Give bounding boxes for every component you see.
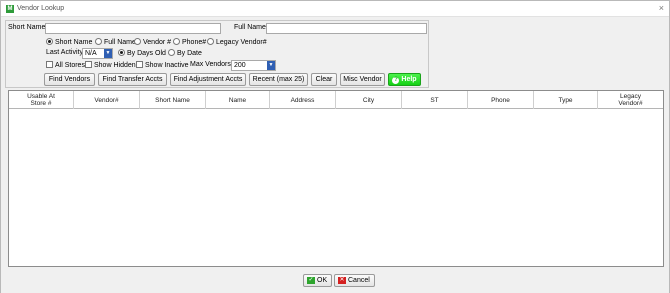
- radio-indicator: [95, 38, 102, 45]
- column-header-type[interactable]: Type: [534, 91, 598, 109]
- x-icon: ✕: [338, 277, 346, 284]
- title-bar: M Vendor Lookup ×: [1, 1, 669, 17]
- radio-label: By Date: [177, 50, 202, 57]
- column-header-label: Vendor#: [94, 96, 119, 104]
- radio-by-date[interactable]: By Date: [168, 49, 202, 57]
- help-button[interactable]: ? Help: [388, 73, 421, 86]
- radio-short-name[interactable]: Short Name: [46, 38, 92, 46]
- full-name-label: Full Name: [234, 24, 266, 31]
- radio-indicator: [168, 49, 175, 56]
- radio-by-days-old[interactable]: By Days Old: [118, 49, 166, 57]
- radio-indicator: [134, 38, 141, 45]
- checkbox-indicator: [136, 61, 143, 68]
- radio-full-name[interactable]: Full Name: [95, 38, 136, 46]
- max-vendors-value: 200: [234, 62, 246, 69]
- find-transfer-accts-button[interactable]: Find Transfer Accts: [98, 73, 167, 86]
- checkbox-label: Show Inactive: [145, 62, 189, 69]
- dialog-footer: ✓ OK ✕ Cancel: [1, 269, 669, 293]
- short-name-label: Short Name: [8, 24, 46, 31]
- help-button-label: Help: [401, 76, 417, 83]
- radio-indicator: [118, 49, 125, 56]
- ok-button[interactable]: ✓ OK: [303, 274, 333, 287]
- radio-label: Vendor #: [143, 39, 172, 46]
- cancel-button-label: Cancel: [348, 277, 370, 284]
- radio-label: Short Name: [55, 39, 93, 46]
- column-header-vendor-number[interactable]: Vendor#: [74, 91, 140, 109]
- radio-indicator: [46, 38, 53, 45]
- checkbox-label: Show Hidden: [94, 62, 136, 69]
- short-name-input[interactable]: [45, 23, 221, 34]
- column-header-short-name[interactable]: Short Name: [140, 91, 206, 109]
- last-activity-label: Last Activity: [46, 49, 83, 56]
- show-inactive-checkbox[interactable]: Show Inactive: [136, 61, 189, 69]
- search-panel: Short Name Full Name Short Name Full Nam…: [5, 20, 429, 88]
- last-activity-value: N/A: [85, 50, 97, 57]
- grid-body[interactable]: [9, 109, 663, 266]
- column-header-address[interactable]: Address: [270, 91, 336, 109]
- full-name-input[interactable]: [266, 23, 427, 34]
- radio-vendor-number[interactable]: Vendor #: [134, 38, 171, 46]
- checkbox-label: All Stores: [55, 62, 85, 69]
- checkbox-indicator: [46, 61, 53, 68]
- all-stores-checkbox[interactable]: All Stores: [46, 61, 85, 69]
- column-header-label: Name: [228, 96, 247, 104]
- radio-label: By Days Old: [127, 50, 166, 57]
- radio-legacy-vendor[interactable]: Legacy Vendor#: [207, 38, 267, 46]
- column-header-state[interactable]: ST: [402, 91, 468, 109]
- radio-indicator: [173, 38, 180, 45]
- recent-button[interactable]: Recent (max 25): [249, 73, 308, 86]
- vendor-results-grid[interactable]: Usable At Store # Vendor# Short Name Nam…: [8, 90, 664, 267]
- radio-indicator: [207, 38, 214, 45]
- column-header-label: Address: [290, 96, 315, 104]
- help-icon: ?: [392, 77, 400, 84]
- column-header-label: ST: [430, 96, 439, 104]
- grid-header: Usable At Store # Vendor# Short Name Nam…: [9, 91, 663, 109]
- column-header-label: Phone: [491, 96, 510, 104]
- radio-label: Legacy Vendor#: [216, 39, 267, 46]
- column-header-legacy-vendor[interactable]: Legacy Vendor#: [598, 91, 663, 109]
- max-vendors-select[interactable]: 200 ▼: [231, 60, 276, 71]
- column-header-label: City: [362, 96, 375, 104]
- chevron-down-icon: ▼: [267, 61, 275, 70]
- chevron-down-icon: ▼: [104, 49, 112, 58]
- radio-label: Full Name: [104, 39, 136, 46]
- max-vendors-label: Max Vendors:: [190, 61, 233, 68]
- column-header-phone[interactable]: Phone: [468, 91, 534, 109]
- column-header-label: Type: [558, 96, 573, 104]
- checkbox-indicator: [85, 61, 92, 68]
- column-header-label: Short Name: [155, 96, 190, 104]
- vendor-lookup-window: M Vendor Lookup × Short Name Full Name S…: [0, 0, 670, 293]
- column-header-label: Legacy Vendor#: [618, 93, 643, 107]
- column-header-city[interactable]: City: [336, 91, 402, 109]
- misc-vendor-button[interactable]: Misc Vendor: [340, 73, 385, 86]
- close-icon[interactable]: ×: [659, 3, 664, 13]
- ok-button-label: OK: [317, 277, 328, 284]
- clear-button[interactable]: Clear: [311, 73, 337, 86]
- cancel-button[interactable]: ✕ Cancel: [334, 274, 375, 287]
- find-adjustment-accts-button[interactable]: Find Adjustment Accts: [170, 73, 246, 86]
- show-hidden-checkbox[interactable]: Show Hidden: [85, 61, 136, 69]
- radio-label: Phone#: [182, 39, 207, 46]
- find-vendors-button[interactable]: Find Vendors: [44, 73, 95, 86]
- last-activity-select[interactable]: N/A ▼: [82, 48, 113, 59]
- window-title: Vendor Lookup: [17, 5, 65, 12]
- radio-phone[interactable]: Phone#: [173, 38, 206, 46]
- app-logo-icon: M: [6, 5, 14, 13]
- column-header-name[interactable]: Name: [206, 91, 270, 109]
- column-header-label: Usable At Store #: [27, 93, 55, 107]
- column-header-usable-at-store[interactable]: Usable At Store #: [9, 91, 74, 109]
- checkmark-icon: ✓: [307, 277, 315, 284]
